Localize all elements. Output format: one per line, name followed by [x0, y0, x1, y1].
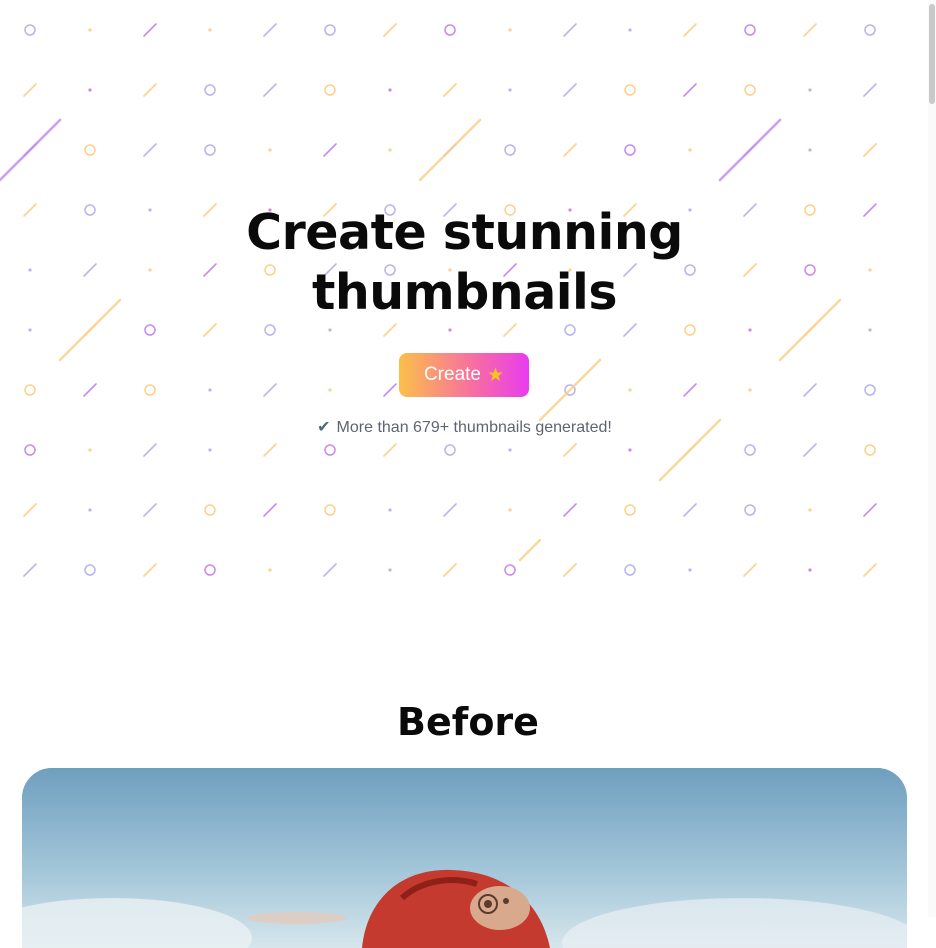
before-heading: Before: [397, 700, 539, 744]
before-image-illustration: [22, 768, 907, 948]
hero-title-line-1: Create stunning: [246, 204, 683, 261]
glowing-star-icon: ★: [486, 364, 505, 386]
check-mark-icon: ✔: [317, 419, 331, 436]
scrollbar-thumb[interactable]: [929, 4, 935, 104]
hero-title: Create stunning thumbnails: [0, 203, 929, 323]
hero-title-line-2: thumbnails: [311, 264, 618, 321]
stat-text: More than 679+ thumbnails generated!: [336, 419, 612, 436]
hero-section: Create stunning thumbnails Create ★ ✔ Mor…: [0, 0, 929, 620]
before-image: [22, 768, 907, 948]
create-button[interactable]: Create ★: [399, 353, 529, 397]
create-button-label: Create: [423, 364, 481, 385]
page-scrollbar[interactable]: [928, 0, 936, 917]
thumbnails-generated-stat: ✔ More than 679+ thumbnails generated!: [0, 417, 929, 437]
